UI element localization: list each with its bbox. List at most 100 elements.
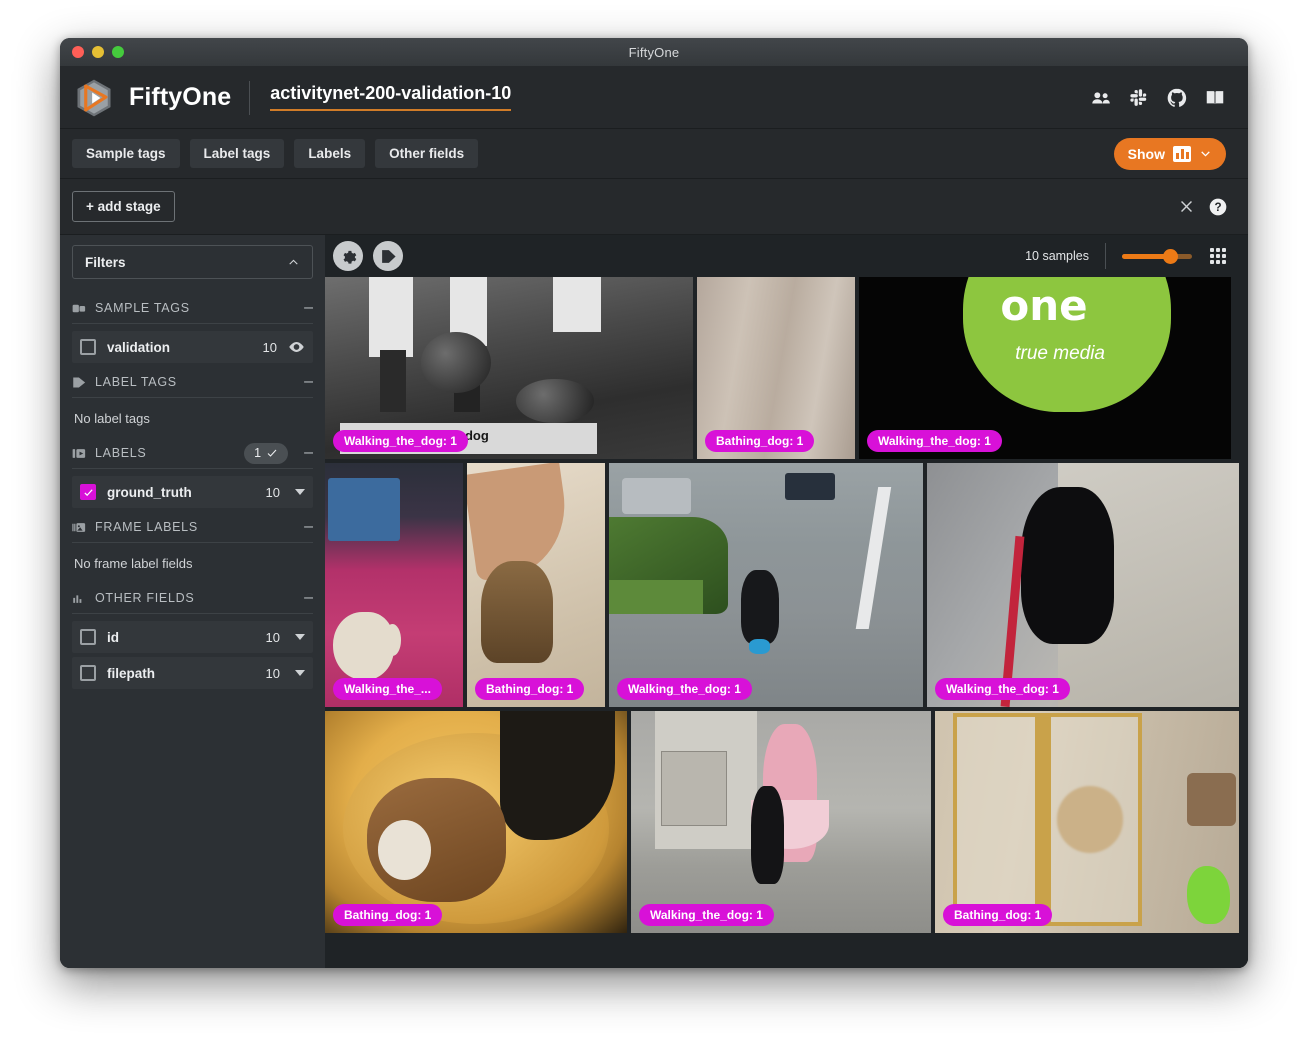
sample-cell[interactable]: Mama shoots the dog Walking_the_dog: 1 <box>325 277 693 459</box>
slider-thumb[interactable] <box>1162 249 1178 264</box>
grid-layout-icon[interactable] <box>1210 248 1226 264</box>
add-stage-button[interactable]: + add stage <box>72 191 175 222</box>
close-x-icon[interactable] <box>1178 198 1195 215</box>
sample-grid: Mama shoots the dog Walking_the_dog: 1 B… <box>325 277 1248 968</box>
section-header-sample-tags[interactable]: SAMPLE TAGS – <box>72 293 313 323</box>
sample-label-pill[interactable]: Walking_the_dog: 1 <box>935 678 1070 700</box>
sample-cell[interactable]: Bathing_dog: 1 <box>325 711 627 933</box>
chevron-down-icon[interactable] <box>295 489 305 495</box>
section-header-label-tags[interactable]: LABEL TAGS – <box>72 367 313 397</box>
ground-truth-checkbox[interactable] <box>80 484 96 500</box>
github-icon[interactable] <box>1166 87 1188 109</box>
section-header-other-fields[interactable]: OTHER FIELDS – <box>72 583 313 613</box>
validation-label: validation <box>107 339 171 355</box>
tab-other-fields[interactable]: Other fields <box>375 139 479 168</box>
sample-cell[interactable]: Bathing_dog: 1 <box>467 463 605 707</box>
sidebar-section-labels: LABELS 1 – ground_truth 10 <box>72 438 313 508</box>
grid-toolbar-right: 10 samples <box>1025 243 1226 269</box>
tab-group: Sample tags Label tags Labels Other fiel… <box>72 139 479 168</box>
section-collapse-other-fields[interactable]: – <box>296 590 313 606</box>
grid-row: Walking_the_... Bathing_dog: 1 Walking_t… <box>325 463 1248 707</box>
chevron-down-icon[interactable] <box>295 670 305 676</box>
chevron-down-icon[interactable] <box>295 634 305 640</box>
section-header-labels[interactable]: LABELS 1 – <box>72 438 313 468</box>
sample-cell[interactable]: Walking_the_dog: 1 <box>609 463 923 707</box>
no-label-tags-note: No label tags <box>74 411 150 426</box>
section-collapse-label-tags[interactable]: – <box>296 374 313 390</box>
section-title-sample-tags: SAMPLE TAGS <box>95 301 190 315</box>
sample-label-pill[interactable]: Walking_the_dog: 1 <box>617 678 752 700</box>
docs-book-icon[interactable] <box>1204 87 1226 109</box>
sample-cell[interactable]: one true media Walking_the_dog: 1 <box>859 277 1231 459</box>
filters-toggle[interactable]: Filters <box>72 245 313 279</box>
brand-name: FiftyOne <box>129 83 232 111</box>
tab-sample-tags[interactable]: Sample tags <box>72 139 180 168</box>
sidebar-field-ground-truth[interactable]: ground_truth 10 <box>72 476 313 508</box>
tags-icon <box>72 304 86 312</box>
community-icon[interactable] <box>1090 87 1112 109</box>
grid-row: Bathing_dog: 1 Walking_the_dog: 1 Bathin… <box>325 711 1248 933</box>
show-button-label: Show <box>1127 145 1165 162</box>
fiftyone-logo-icon <box>77 79 111 116</box>
sidebar-field-validation[interactable]: validation 10 <box>72 331 313 363</box>
gear-icon <box>343 250 356 264</box>
sample-thumbnail <box>609 463 923 707</box>
sample-label-pill[interactable]: Walking_the_... <box>333 678 442 700</box>
section-divider <box>72 542 313 543</box>
tab-labels[interactable]: Labels <box>294 139 366 168</box>
sample-cell[interactable]: Walking_the_dog: 1 <box>927 463 1239 707</box>
sample-cell[interactable]: Walking_the_... <box>325 463 463 707</box>
video-logo-line2: true media <box>1015 342 1106 364</box>
sample-cell[interactable]: Walking_the_dog: 1 <box>631 711 931 933</box>
sample-label-pill[interactable]: Bathing_dog: 1 <box>475 678 585 700</box>
sample-label-pill[interactable]: Bathing_dog: 1 <box>333 904 443 926</box>
filepath-count: 10 <box>265 665 280 681</box>
check-icon <box>83 488 93 496</box>
eye-icon[interactable] <box>288 341 305 353</box>
sample-thumbnail <box>325 463 463 707</box>
samples-count: 10 samples <box>1025 249 1089 263</box>
section-collapse-frame-labels[interactable]: – <box>296 519 313 535</box>
grid-row: Mama shoots the dog Walking_the_dog: 1 B… <box>325 277 1248 459</box>
brand[interactable]: FiftyOne <box>72 76 231 120</box>
section-header-frame-labels[interactable]: FRAME LABELS – <box>72 512 313 542</box>
section-collapse-sample-tags[interactable]: – <box>296 300 313 316</box>
toolbar-divider <box>1105 243 1106 269</box>
zoom-slider[interactable] <box>1122 245 1192 267</box>
sample-label-pill[interactable]: Bathing_dog: 1 <box>705 430 815 452</box>
filters-label: Filters <box>85 254 126 270</box>
dataset-name[interactable]: activitynet-200-validation-10 <box>270 84 512 111</box>
header-divider <box>249 80 251 115</box>
sample-label-pill[interactable]: Walking_the_dog: 1 <box>867 430 1002 452</box>
ground-truth-count: 10 <box>265 484 280 500</box>
sidebar-field-id[interactable]: id 10 <box>72 621 313 653</box>
grid-settings-button[interactable] <box>333 241 363 271</box>
sample-label-pill[interactable]: Bathing_dog: 1 <box>943 904 1053 926</box>
validation-checkbox[interactable] <box>80 339 96 355</box>
sample-label-pill[interactable]: Walking_the_dog: 1 <box>333 430 468 452</box>
sample-cell[interactable]: Bathing_dog: 1 <box>697 277 855 459</box>
sidebar-section-frame-labels: FRAME LABELS – No frame label fields <box>72 512 313 581</box>
section-title-other-fields: OTHER FIELDS <box>95 591 195 605</box>
section-collapse-labels[interactable]: – <box>296 445 313 461</box>
section-divider <box>72 397 313 398</box>
filepath-checkbox[interactable] <box>80 665 96 681</box>
labels-active-badge[interactable]: 1 <box>244 442 289 464</box>
sample-thumbnail <box>927 463 1239 707</box>
show-button[interactable]: Show <box>1113 137 1226 170</box>
sample-thumbnail <box>631 711 931 933</box>
svg-text:?: ? <box>1214 201 1221 214</box>
help-circle-icon[interactable]: ? <box>1208 197 1228 217</box>
video-logo-line1: one <box>1000 280 1088 330</box>
no-frame-label-fields-note: No frame label fields <box>74 556 193 571</box>
sample-cell[interactable]: Bathing_dog: 1 <box>935 711 1239 933</box>
filepath-label: filepath <box>107 665 156 681</box>
grid-tag-button[interactable] <box>373 241 403 271</box>
tab-label-tags[interactable]: Label tags <box>189 139 285 168</box>
window-title: FiftyOne <box>628 44 680 60</box>
sample-label-pill[interactable]: Walking_the_dog: 1 <box>639 904 774 926</box>
id-checkbox[interactable] <box>80 629 96 645</box>
slack-icon[interactable] <box>1128 87 1150 109</box>
slider-fill <box>1122 254 1169 259</box>
sidebar-field-filepath[interactable]: filepath 10 <box>72 657 313 689</box>
